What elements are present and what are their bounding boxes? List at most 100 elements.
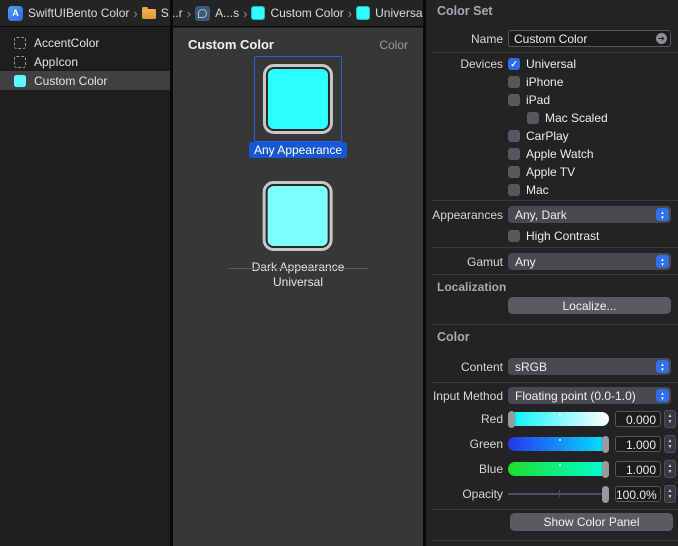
- slider-center-tick: [558, 490, 560, 497]
- checkbox-label: Mac: [526, 183, 549, 197]
- variant-label: Dark Appearance: [251, 260, 345, 274]
- device-checkbox-apple-tv[interactable]: ✓ Apple TV: [508, 165, 575, 179]
- color-well[interactable]: [262, 181, 333, 251]
- device-checkbox-apple-watch[interactable]: ✓ Apple Watch: [508, 147, 594, 161]
- opacity-value-field[interactable]: 100.0%: [615, 486, 661, 502]
- input-method-row: Input Method Floating point (0.0-1.0) ▲ ▼: [427, 387, 671, 404]
- chevron-separator-icon: ›: [243, 5, 248, 21]
- name-field[interactable]: Custom Color ➔: [508, 30, 671, 47]
- divider: [432, 540, 678, 541]
- checkbox-icon[interactable]: ✓: [508, 130, 520, 142]
- green-stepper[interactable]: ▲ ▼: [664, 435, 676, 453]
- color-canvas: Custom Color Color Any Appearance Dark A…: [173, 28, 423, 546]
- input-method-popup[interactable]: Floating point (0.0-1.0) ▲ ▼: [508, 387, 671, 404]
- blue-stepper[interactable]: ▲ ▼: [664, 460, 676, 478]
- content-row: Content sRGB ▲ ▼: [427, 358, 671, 375]
- divider: [432, 200, 678, 201]
- red-stepper[interactable]: ▲ ▼: [664, 410, 676, 428]
- red-slider[interactable]: [508, 410, 609, 428]
- device-row-mac-scaled: ✓ Mac Scaled: [427, 111, 671, 125]
- name-label: Name: [470, 31, 503, 46]
- checkbox-label: Mac Scaled: [545, 111, 608, 125]
- jump-arrow-icon[interactable]: ➔: [656, 33, 667, 44]
- breadcrumb-label: SwiftUIBento Color: [28, 6, 130, 20]
- opacity-slider[interactable]: [508, 485, 609, 503]
- checkbox-icon[interactable]: ✓: [508, 94, 520, 106]
- red-value-field[interactable]: 0.000: [615, 411, 661, 427]
- sidebar-item-appicon[interactable]: AppIcon: [0, 52, 170, 71]
- device-checkbox-carplay[interactable]: ✓ CarPlay: [508, 129, 569, 143]
- breadcrumb-item-assets[interactable]: A...s: [195, 5, 240, 21]
- checkbox-icon[interactable]: ✓: [508, 166, 520, 178]
- blue-value-field[interactable]: 1.000: [615, 461, 661, 477]
- device-row-mac: ✓ Mac: [427, 183, 671, 197]
- slider-thumb[interactable]: [602, 435, 609, 453]
- divider: [432, 324, 678, 325]
- checkbox-icon[interactable]: ✓: [508, 184, 520, 196]
- appearances-popup[interactable]: Any, Dark ▲ ▼: [508, 206, 671, 223]
- device-checkbox-iphone[interactable]: ✓ iPhone: [508, 75, 563, 89]
- blue-slider[interactable]: [508, 460, 609, 478]
- device-row-carplay: ✓ CarPlay: [427, 129, 671, 143]
- device-checkbox-mac-scaled[interactable]: ✓ Mac Scaled: [527, 111, 608, 125]
- localization-header: Localization: [437, 280, 507, 294]
- sidebar-item-accentcolor[interactable]: AccentColor: [0, 33, 170, 52]
- idiom-label: Universal: [272, 275, 323, 289]
- popup-chevrons-icon: ▲ ▼: [656, 255, 669, 268]
- swatch-selection-frame: [254, 173, 342, 259]
- checkbox-icon[interactable]: ✓: [508, 230, 520, 242]
- slider-center-tick: [558, 464, 561, 466]
- device-checkbox-ipad[interactable]: ✓ iPad: [508, 93, 550, 107]
- opacity-slider-row: Opacity 100.0% ▲ ▼: [427, 485, 676, 503]
- color-fill: [267, 186, 328, 246]
- opacity-stepper[interactable]: ▲ ▼: [664, 485, 676, 503]
- popup-chevrons-icon: ▲ ▼: [656, 389, 669, 402]
- device-checkbox-mac[interactable]: ✓ Mac: [508, 183, 549, 197]
- color-swatch-icon: [251, 6, 266, 20]
- content-value: sRGB: [515, 359, 548, 374]
- gamut-popup[interactable]: Any ▲ ▼: [508, 253, 671, 270]
- checkbox-icon[interactable]: ✓: [508, 76, 520, 88]
- breadcrumb-item-group[interactable]: S...r: [141, 6, 183, 20]
- breadcrumb-item-project[interactable]: A SwiftUIBento Color: [8, 5, 130, 21]
- breadcrumb-item-universal[interactable]: Universal: [356, 6, 425, 20]
- green-value-field[interactable]: 1.000: [615, 436, 661, 452]
- swatch-selection-frame: [253, 56, 342, 142]
- checkbox-label: iPhone: [526, 75, 564, 89]
- sidebar-item-custom-color[interactable]: Custom Color: [0, 71, 170, 90]
- checkbox-icon[interactable]: ✓: [508, 58, 520, 70]
- devices-label: Devices: [460, 57, 503, 71]
- slider-center-tick: [558, 439, 561, 441]
- breadcrumb-label: Custom Color: [270, 6, 344, 20]
- slider-thumb[interactable]: [602, 485, 609, 503]
- green-slider[interactable]: [508, 435, 609, 453]
- slider-thumb[interactable]: [602, 460, 609, 478]
- breadcrumb-item-custom-color[interactable]: Custom Color: [251, 6, 344, 20]
- chevron-separator-icon: ›: [186, 5, 192, 21]
- folder-icon: [141, 6, 156, 19]
- show-color-panel-button[interactable]: Show Color Panel: [510, 513, 673, 531]
- chevron-separator-icon: ›: [347, 5, 353, 21]
- high-contrast-row: ✓ High Contrast: [427, 229, 671, 243]
- canvas-divider: [229, 268, 368, 269]
- opacity-label: Opacity: [462, 487, 503, 501]
- variant-any-appearance[interactable]: Any Appearance: [248, 56, 348, 158]
- breadcrumb-label: A...s: [215, 6, 240, 20]
- variant-dark-appearance[interactable]: Dark Appearance: [247, 173, 350, 275]
- color-swatch-icon: [14, 74, 26, 87]
- appearances-label: Appearances: [432, 207, 503, 222]
- gamut-label: Gamut: [466, 254, 503, 269]
- checkbox-icon[interactable]: ✓: [508, 148, 520, 160]
- checkbox-icon[interactable]: ✓: [527, 112, 539, 124]
- high-contrast-checkbox[interactable]: ✓ High Contrast: [508, 229, 599, 243]
- localize-button[interactable]: Localize...: [508, 297, 671, 314]
- slider-thumb[interactable]: [508, 410, 515, 428]
- color-well[interactable]: [262, 64, 333, 134]
- device-row-iphone: ✓ iPhone: [427, 75, 671, 89]
- xcode-project-icon: A: [8, 5, 23, 21]
- content-popup[interactable]: sRGB ▲ ▼: [508, 358, 671, 375]
- gamut-row: Gamut Any ▲ ▼: [427, 253, 671, 270]
- device-row-apple-tv: ✓ Apple TV: [427, 165, 671, 179]
- red-label: Red: [480, 412, 503, 426]
- device-checkbox-universal[interactable]: ✓ Universal: [508, 57, 576, 71]
